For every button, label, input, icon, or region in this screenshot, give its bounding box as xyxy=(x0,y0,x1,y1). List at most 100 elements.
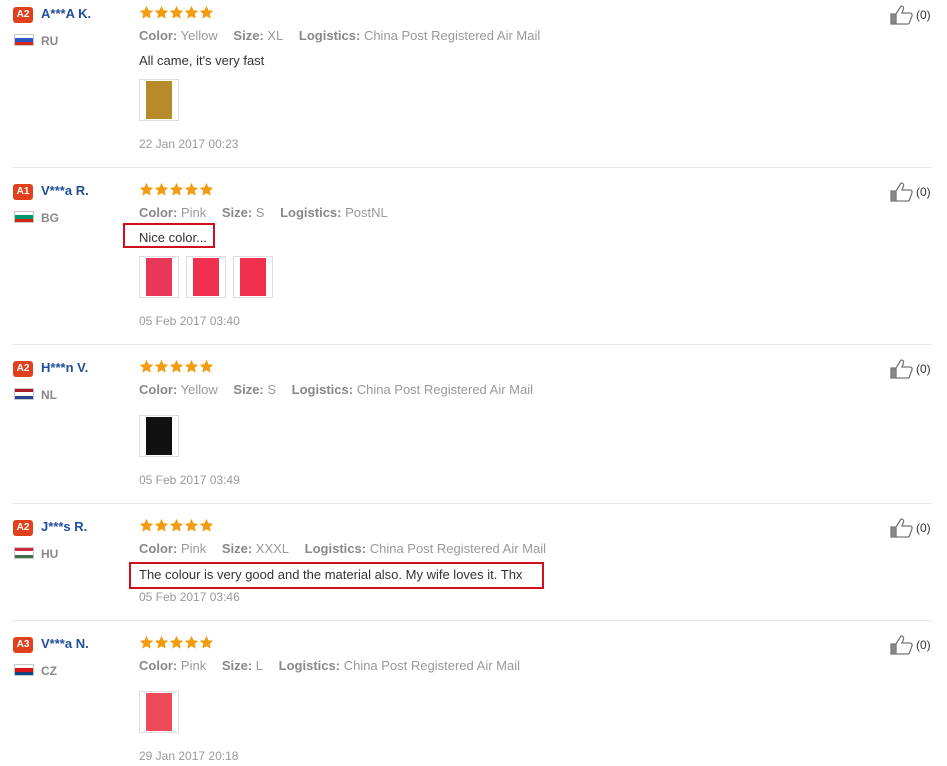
helpful-count: (0) xyxy=(916,638,931,652)
star-icon xyxy=(169,359,184,373)
review-photo-thumbnail[interactable] xyxy=(139,256,179,298)
review-date: 05 Feb 2017 03:46 xyxy=(139,590,240,604)
review-divider xyxy=(12,344,932,345)
helpful-button[interactable]: (0) xyxy=(890,518,931,538)
review-photo-thumbnail[interactable] xyxy=(139,79,179,121)
thumbs-up-icon xyxy=(890,5,913,25)
color-label: Color: xyxy=(139,205,178,220)
review-photo-thumbnail[interactable] xyxy=(186,256,226,298)
star-icon xyxy=(139,518,154,532)
flag-icon xyxy=(14,211,34,223)
color-label: Color: xyxy=(139,28,178,43)
review-divider xyxy=(12,503,932,504)
reviewer-country: CZ xyxy=(41,664,57,678)
reviewer-country: NL xyxy=(41,388,57,402)
size-value: XXXL xyxy=(255,541,290,556)
review-date: 22 Jan 2017 00:23 xyxy=(139,137,239,151)
review-comment: The colour is very good and the material… xyxy=(139,567,523,582)
star-icon xyxy=(184,359,199,373)
logistics-value: China Post Registered Air Mail xyxy=(363,28,541,43)
logistics-label: Logistics: xyxy=(304,541,367,556)
review-comment: All came, it's very fast xyxy=(139,53,265,68)
star-icon xyxy=(184,5,199,19)
star-rating xyxy=(139,635,214,651)
review-divider xyxy=(12,167,932,168)
color-value: Pink xyxy=(180,205,207,220)
star-icon xyxy=(154,518,169,532)
star-icon xyxy=(169,182,184,196)
thumbs-up-icon xyxy=(890,635,913,655)
review-photo-thumbnail[interactable] xyxy=(139,415,179,457)
logistics-label: Logistics: xyxy=(291,382,354,397)
star-icon xyxy=(184,518,199,532)
helpful-button[interactable]: (0) xyxy=(890,635,931,655)
reviewer-name[interactable]: J***s R. xyxy=(41,519,87,535)
flag-icon xyxy=(14,547,34,559)
color-value: Yellow xyxy=(180,28,218,43)
color-value: Pink xyxy=(180,658,207,673)
star-icon xyxy=(139,635,154,649)
star-icon xyxy=(139,5,154,19)
star-icon xyxy=(139,359,154,373)
review-date: 05 Feb 2017 03:49 xyxy=(139,473,240,487)
review-photos xyxy=(139,256,280,298)
helpful-count: (0) xyxy=(916,362,931,376)
star-icon xyxy=(169,635,184,649)
size-label: Size: xyxy=(233,382,264,397)
reviewer-country: RU xyxy=(41,34,59,48)
size-value: L xyxy=(255,658,264,673)
reviewer-name[interactable]: V***a R. xyxy=(41,183,89,199)
color-label: Color: xyxy=(139,658,178,673)
review-divider xyxy=(12,620,932,621)
review-photos xyxy=(139,79,186,121)
star-rating xyxy=(139,518,214,534)
star-rating xyxy=(139,359,214,375)
logistics-value: China Post Registered Air Mail xyxy=(356,382,534,397)
reviewer-name[interactable]: V***a N. xyxy=(41,636,89,652)
review-photo-thumbnail[interactable] xyxy=(139,691,179,733)
size-value: S xyxy=(255,205,265,220)
review-date: 05 Feb 2017 03:40 xyxy=(139,314,240,328)
buyer-level-badge: A2 xyxy=(13,361,33,377)
helpful-button[interactable]: (0) xyxy=(890,182,931,202)
star-icon xyxy=(184,182,199,196)
review-comment: Nice color... xyxy=(139,230,207,245)
helpful-button[interactable]: (0) xyxy=(890,5,931,25)
reviewer-name[interactable]: A***A K. xyxy=(41,6,91,22)
size-label: Size: xyxy=(221,658,253,673)
size-value: XL xyxy=(267,28,284,43)
helpful-count: (0) xyxy=(916,185,931,199)
star-icon xyxy=(199,518,214,532)
size-label: Size: xyxy=(221,541,253,556)
review-photos xyxy=(139,415,186,457)
size-label: Size: xyxy=(221,205,253,220)
star-icon xyxy=(154,635,169,649)
star-icon xyxy=(199,635,214,649)
star-rating xyxy=(139,5,214,21)
buyer-level-badge: A2 xyxy=(13,7,33,23)
flag-icon xyxy=(14,34,34,46)
size-value: S xyxy=(267,382,277,397)
star-icon xyxy=(199,359,214,373)
buyer-level-badge: A3 xyxy=(13,637,33,653)
reviewer-name[interactable]: H***n V. xyxy=(41,360,88,376)
color-value: Yellow xyxy=(180,382,218,397)
logistics-value: China Post Registered Air Mail xyxy=(343,658,520,673)
star-icon xyxy=(169,518,184,532)
color-value: Pink xyxy=(180,541,207,556)
helpful-count: (0) xyxy=(916,521,931,535)
reviewer-country: BG xyxy=(41,211,59,225)
flag-icon xyxy=(14,388,34,400)
logistics-label: Logistics: xyxy=(298,28,361,43)
helpful-button[interactable]: (0) xyxy=(890,359,931,379)
review-photos xyxy=(139,691,186,733)
star-icon xyxy=(199,5,214,19)
review-photo-thumbnail[interactable] xyxy=(233,256,273,298)
color-label: Color: xyxy=(139,541,178,556)
star-icon xyxy=(139,182,154,196)
logistics-value: PostNL xyxy=(345,205,388,220)
logistics-value: China Post Registered Air Mail xyxy=(369,541,547,556)
order-attributes: Color: Pink Size: L Logistics: China Pos… xyxy=(139,658,520,674)
logistics-label: Logistics: xyxy=(280,205,342,220)
flag-icon xyxy=(14,664,34,676)
